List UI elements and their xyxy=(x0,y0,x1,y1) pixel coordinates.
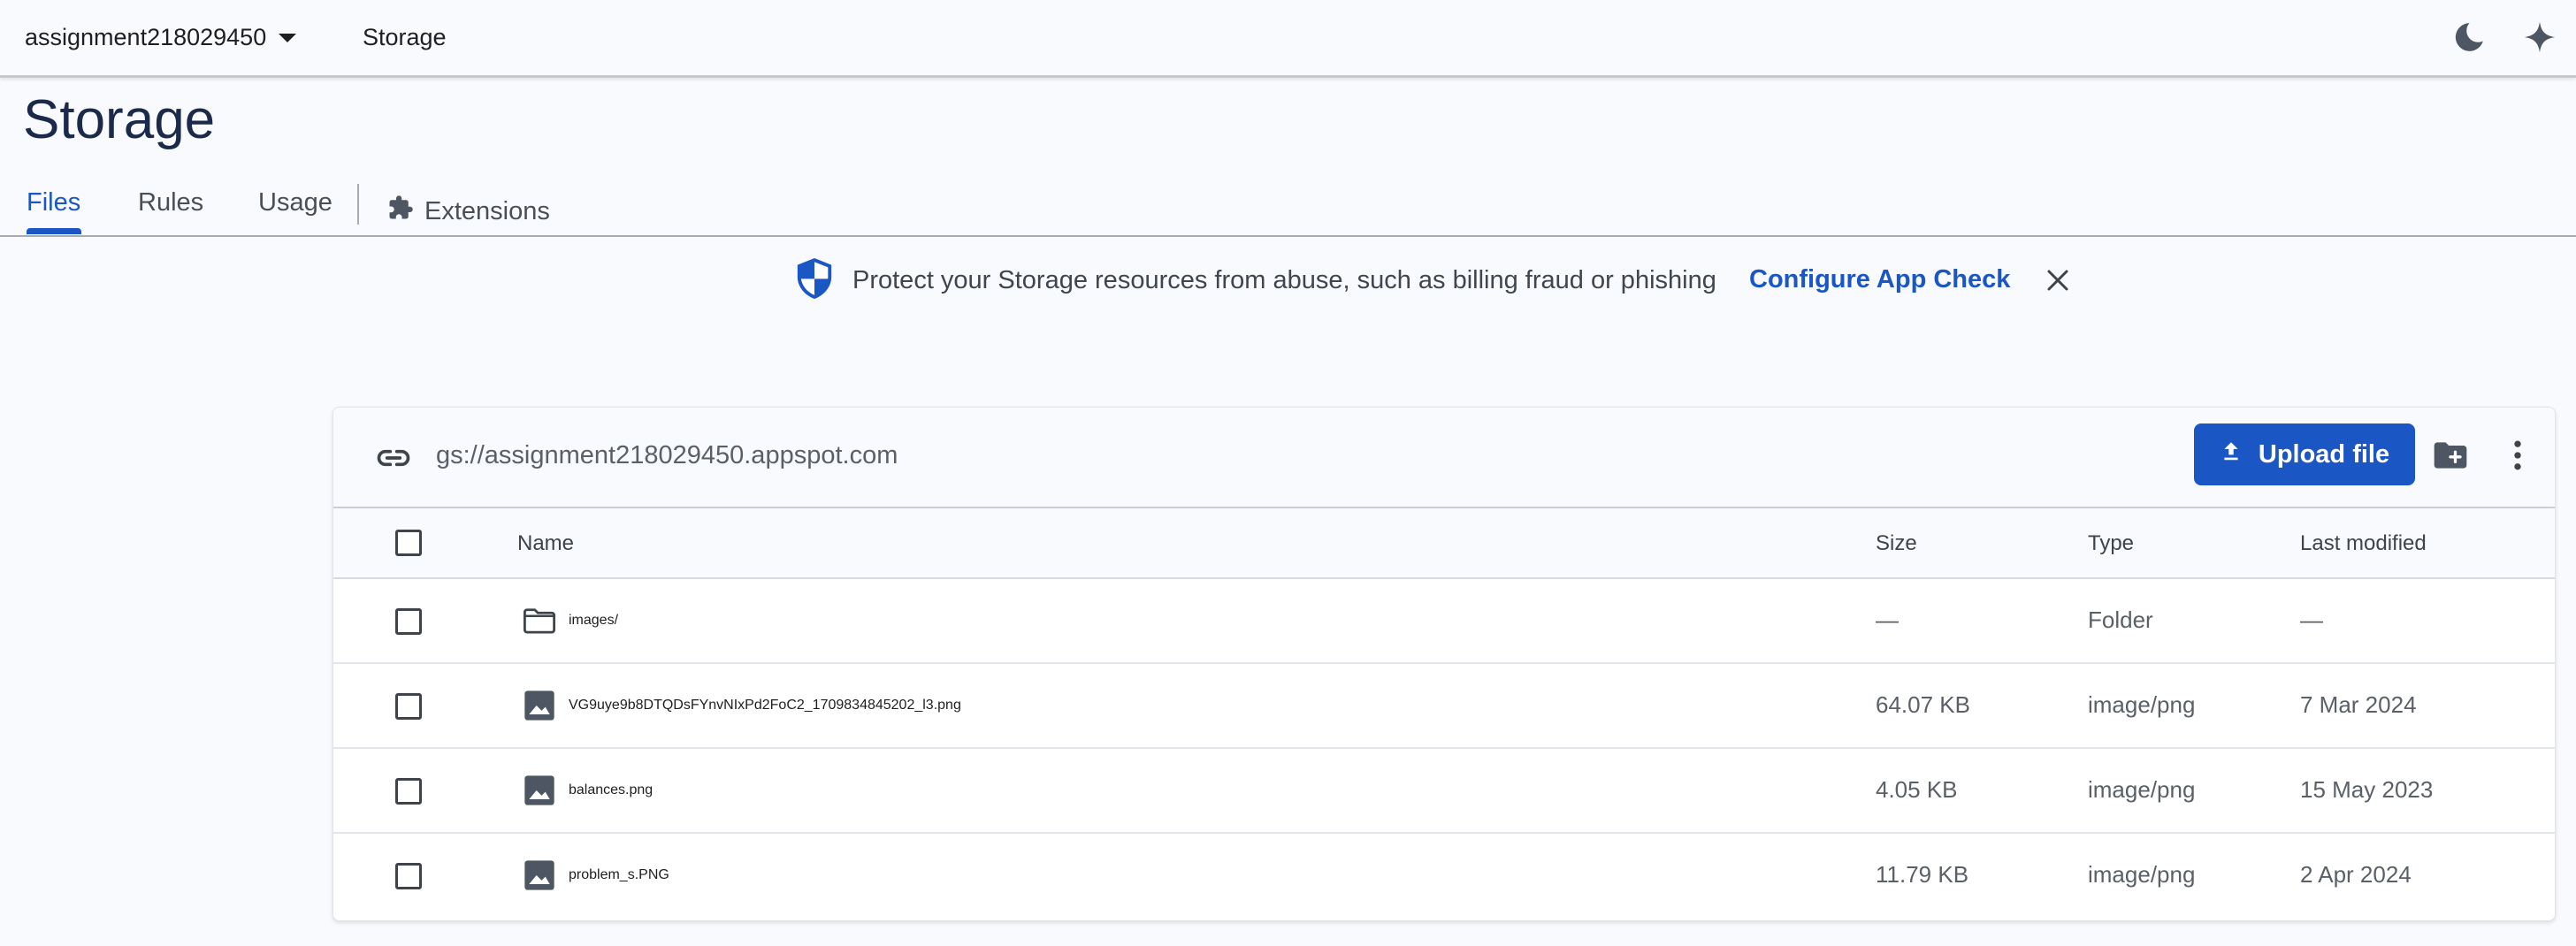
file-name[interactable]: problem_s.PNG xyxy=(569,867,669,883)
file-browser: gs://assignment218029450.appspot.com Upl… xyxy=(333,407,2556,921)
tab-divider xyxy=(357,184,359,225)
column-size[interactable]: Size xyxy=(1876,531,1917,556)
file-type: image/png xyxy=(2088,861,2196,888)
tab-bar xyxy=(0,173,2576,237)
tab-extensions[interactable]: Extensions xyxy=(387,187,550,235)
column-type[interactable]: Type xyxy=(2088,531,2134,556)
file-type: image/png xyxy=(2088,776,2196,803)
file-size: 11.79 KB xyxy=(1876,861,1969,888)
top-bar: assignment218029450 Storage xyxy=(0,0,2576,78)
file-modified: 15 May 2023 xyxy=(2300,776,2434,803)
dropdown-caret-icon xyxy=(279,34,297,42)
active-tab-indicator xyxy=(27,228,81,234)
gemini-sparkle-icon[interactable] xyxy=(2520,18,2559,57)
folder-icon xyxy=(521,602,558,639)
banner-message: Protect your Storage resources from abus… xyxy=(852,265,1716,294)
tab-rules[interactable]: Rules xyxy=(138,187,203,235)
table-header: Name Size Type Last modified xyxy=(333,508,2555,579)
row-checkbox[interactable] xyxy=(395,693,422,720)
file-type: image/png xyxy=(2088,691,2196,718)
select-all-checkbox[interactable] xyxy=(395,530,422,556)
bucket-header: gs://assignment218029450.appspot.com Upl… xyxy=(333,408,2555,508)
file-modified: 7 Mar 2024 xyxy=(2300,691,2417,718)
shield-icon xyxy=(794,256,835,305)
image-icon xyxy=(521,857,558,894)
project-name: assignment218029450 xyxy=(25,23,267,50)
tab-extensions-label: Extensions xyxy=(424,197,550,225)
file-name[interactable]: images/ xyxy=(569,613,618,629)
table-row[interactable]: balances.png 4.05 KB image/png 15 May 20… xyxy=(333,749,2555,834)
link-icon[interactable] xyxy=(372,437,415,479)
column-last-modified[interactable]: Last modified xyxy=(2300,531,2427,556)
bucket-path[interactable]: gs://assignment218029450.appspot.com xyxy=(436,441,898,470)
file-size: — xyxy=(1876,607,1899,633)
file-name[interactable]: VG9uye9b8DTQDsFYnvNIxPd2FoC2_17098348452… xyxy=(569,698,961,713)
file-modified: — xyxy=(2300,607,2323,633)
row-checkbox[interactable] xyxy=(395,608,422,635)
file-name[interactable]: balances.png xyxy=(569,782,653,798)
app-check-banner: Protect your Storage resources from abus… xyxy=(794,256,2068,305)
tab-usage[interactable]: Usage xyxy=(258,187,333,235)
close-icon[interactable] xyxy=(2039,262,2076,299)
table-row[interactable]: VG9uye9b8DTQDsFYnvNIxPd2FoC2_17098348452… xyxy=(333,664,2555,749)
puzzle-icon xyxy=(387,195,414,228)
upload-icon xyxy=(2220,439,2243,469)
file-type: Folder xyxy=(2088,607,2153,633)
image-icon xyxy=(521,772,558,809)
file-modified: 2 Apr 2024 xyxy=(2300,861,2412,888)
table-row[interactable]: images/ — Folder — xyxy=(333,579,2555,664)
project-selector[interactable]: assignment218029450 xyxy=(25,21,297,53)
more-vert-icon[interactable] xyxy=(2496,434,2539,477)
dark-mode-moon-icon[interactable] xyxy=(2450,18,2488,57)
image-icon xyxy=(521,687,558,724)
row-checkbox[interactable] xyxy=(395,863,422,889)
column-name[interactable]: Name xyxy=(517,531,574,556)
upload-file-label: Upload file xyxy=(2258,439,2390,469)
configure-app-check-link[interactable]: Configure App Check xyxy=(1749,265,2010,294)
breadcrumb[interactable]: Storage xyxy=(363,21,447,53)
upload-file-button[interactable]: Upload file xyxy=(2194,423,2415,485)
file-size: 64.07 KB xyxy=(1876,691,1970,718)
page-title: Storage xyxy=(23,89,216,150)
file-size: 4.05 KB xyxy=(1876,776,1958,803)
row-checkbox[interactable] xyxy=(395,778,422,805)
create-folder-icon[interactable] xyxy=(2429,434,2472,477)
table-row[interactable]: problem_s.PNG 11.79 KB image/png 2 Apr 2… xyxy=(333,834,2555,919)
